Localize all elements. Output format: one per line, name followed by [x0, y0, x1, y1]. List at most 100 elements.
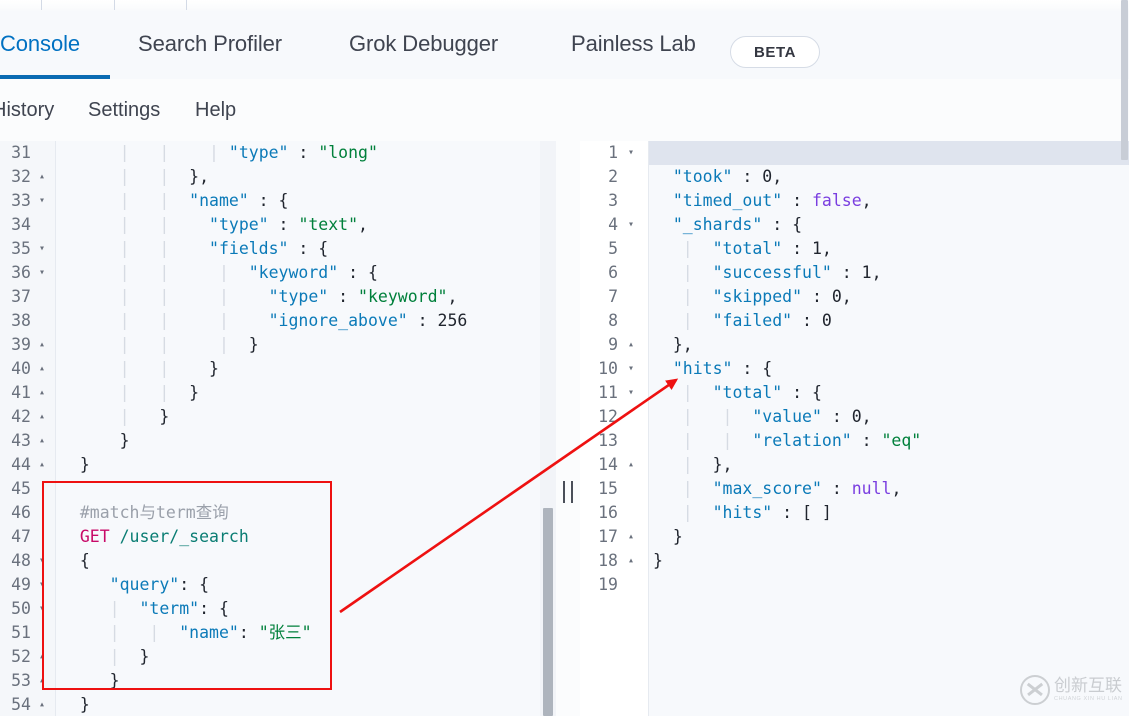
line-number: 33 ▾ [0, 189, 55, 213]
code-line[interactable]: | "term": { [56, 597, 556, 621]
fold-expand-icon[interactable]: ▴ [35, 357, 49, 381]
code-token-k: "max_score" [712, 479, 822, 498]
fold-collapse-icon[interactable]: ▾ [35, 549, 49, 573]
menu-item-history[interactable]: History [0, 79, 54, 141]
code-token-p: : [782, 239, 812, 258]
line-number: 52 ▴ [0, 645, 55, 669]
fold-expand-icon[interactable]: ▴ [35, 693, 49, 716]
request-editor-code[interactable]: | | | "type" : "long" | | }, | | "name" … [56, 141, 556, 716]
line-number: 16 [598, 503, 618, 522]
tab-console[interactable]: Console [0, 12, 110, 79]
fold-collapse-icon[interactable]: ▾ [35, 237, 49, 261]
code-line[interactable]: { [56, 549, 556, 573]
code-line[interactable]: | "hits" : [ ] [649, 501, 1129, 525]
code-line[interactable]: "took" : 0, [649, 165, 1129, 189]
code-token-p: } [248, 335, 259, 354]
fold-expand-icon[interactable]: ▴ [624, 525, 638, 549]
fold-expand-icon[interactable]: ▴ [35, 405, 49, 429]
code-line[interactable]: "query": { [56, 573, 556, 597]
editor-pane-splitter[interactable] [556, 141, 580, 716]
code-line[interactable]: | | "value" : 0, [649, 405, 1129, 429]
code-line[interactable]: | | } [56, 357, 556, 381]
code-line[interactable]: | } [56, 645, 556, 669]
tab-painless-lab[interactable]: Painless Lab [571, 12, 696, 79]
fold-expand-icon[interactable]: ▴ [35, 333, 49, 357]
fold-expand-icon[interactable]: ▴ [624, 453, 638, 477]
code-line[interactable]: | }, [649, 453, 1129, 477]
menu-item-help[interactable]: Help [195, 79, 236, 141]
code-line[interactable]: } [56, 669, 556, 693]
code-line[interactable]: | | | "keyword" : { [56, 261, 556, 285]
code-line[interactable]: "timed_out" : false, [649, 189, 1129, 213]
response-editor-pane[interactable]: 1▾234▾56789▴10▾11▾121314▴151617▴18▴19 { … [580, 141, 1129, 716]
code-token-p: , [821, 239, 832, 258]
code-line[interactable]: | | "fields" : { [56, 237, 556, 261]
code-line[interactable]: "hits" : { [649, 357, 1129, 381]
fold-collapse-icon[interactable]: ▾ [624, 213, 638, 237]
splitter-grip-icon[interactable] [563, 481, 573, 503]
code-line[interactable]: } [56, 429, 556, 453]
code-line[interactable]: | | } [56, 381, 556, 405]
code-line[interactable] [649, 573, 1129, 597]
code-line[interactable]: | | "type" : "text", [56, 213, 556, 237]
code-line[interactable]: GET /user/_search [56, 525, 556, 549]
request-editor-gutter[interactable]: 31 32 ▴ 33 ▾ 34 35 ▾ 36 ▾ 37 38 39 ▴ 40 ▴ 41 ▴ 42 ▴ 43 ▴ 44 ▴ 45… [0, 141, 56, 716]
fold-collapse-icon[interactable]: ▾ [35, 189, 49, 213]
code-line[interactable]: { [649, 141, 1129, 165]
code-line[interactable]: }, [649, 333, 1129, 357]
fold-expand-icon[interactable]: ▴ [35, 429, 49, 453]
code-line[interactable]: } [649, 549, 1129, 573]
code-line[interactable]: | "successful" : 1, [649, 261, 1129, 285]
fold-collapse-icon[interactable]: ▾ [35, 261, 49, 285]
code-line[interactable]: | "total" : { [649, 381, 1129, 405]
code-line[interactable]: | | | "type" : "long" [56, 141, 556, 165]
code-line[interactable]: | "total" : 1, [649, 237, 1129, 261]
code-token-s: "张三" [258, 623, 312, 642]
code-line[interactable]: } [56, 453, 556, 477]
fold-collapse-icon[interactable]: ▾ [624, 381, 638, 405]
fold-collapse-icon[interactable]: ▾ [624, 141, 638, 165]
code-line[interactable]: | | | } [56, 333, 556, 357]
code-line[interactable]: | "skipped" : 0, [649, 285, 1129, 309]
code-line[interactable]: | | | "type" : "keyword", [56, 285, 556, 309]
request-editor-pane[interactable]: 31 32 ▴ 33 ▾ 34 35 ▾ 36 ▾ 37 38 39 ▴ 40 ▴ 41 ▴ 42 ▴ 43 ▴ 44 ▴ 45… [0, 141, 556, 716]
code-token-url: /user/_search [119, 527, 249, 546]
code-line[interactable]: | | | "ignore_above" : 256 [56, 309, 556, 333]
code-line[interactable]: | "failed" : 0 [649, 309, 1129, 333]
code-line[interactable]: } [649, 525, 1129, 549]
response-editor-code[interactable]: { "took" : 0, "timed_out" : false, "_sha… [649, 141, 1129, 716]
code-line[interactable]: "_shards" : { [649, 213, 1129, 237]
line-number: 4 ▾ [580, 213, 648, 237]
tab-search-profiler[interactable]: Search Profiler [138, 12, 282, 79]
request-editor-scrollbar-thumb[interactable] [543, 508, 553, 716]
fold-collapse-icon[interactable]: ▾ [624, 357, 638, 381]
code-line[interactable]: | | "relation" : "eq" [649, 429, 1129, 453]
fold-expand-icon[interactable]: ▴ [35, 645, 49, 669]
response-editor-scrollbar-thumb[interactable] [1121, 0, 1128, 160]
fold-expand-icon[interactable]: ▴ [624, 549, 638, 573]
fold-collapse-icon[interactable]: ▾ [35, 597, 49, 621]
fold-expand-icon[interactable]: ▴ [35, 381, 49, 405]
code-token-p: }, [189, 167, 210, 186]
fold-expand-icon[interactable]: ▴ [624, 333, 638, 357]
fold-expand-icon[interactable]: ▴ [35, 453, 49, 477]
fold-expand-icon[interactable]: ▴ [35, 165, 49, 189]
code-line[interactable]: | | "name" : { [56, 189, 556, 213]
code-token-p: : [ ] [772, 503, 832, 522]
code-line[interactable]: } [56, 693, 556, 716]
tab-grok-debugger[interactable]: Grok Debugger [349, 12, 498, 79]
code-line[interactable] [56, 477, 556, 501]
code-line[interactable]: | "max_score" : null, [649, 477, 1129, 501]
code-line[interactable]: | | "name": "张三" [56, 621, 556, 645]
code-line[interactable]: #match与term查询 [56, 501, 556, 525]
response-editor-gutter[interactable]: 1 ▾ 2 3 4 ▾ 5 6 7 8 9 ▴ 10 ▾ 11 ▾ 12 13 14 ▴ 15 16 17 ▴ 18 ▴ 19 [580, 141, 649, 716]
menu-item-settings[interactable]: Settings [88, 79, 160, 141]
fold-collapse-icon[interactable]: ▾ [35, 573, 49, 597]
line-number: 40 ▴ [0, 357, 55, 381]
code-token-k: "keyword" [248, 263, 339, 282]
fold-expand-icon[interactable]: ▴ [35, 669, 49, 693]
code-line[interactable]: | | }, [56, 165, 556, 189]
code-line[interactable]: | } [56, 405, 556, 429]
line-number: 1 ▾ [580, 141, 648, 165]
menu-item-settings-label: Settings [88, 98, 161, 121]
